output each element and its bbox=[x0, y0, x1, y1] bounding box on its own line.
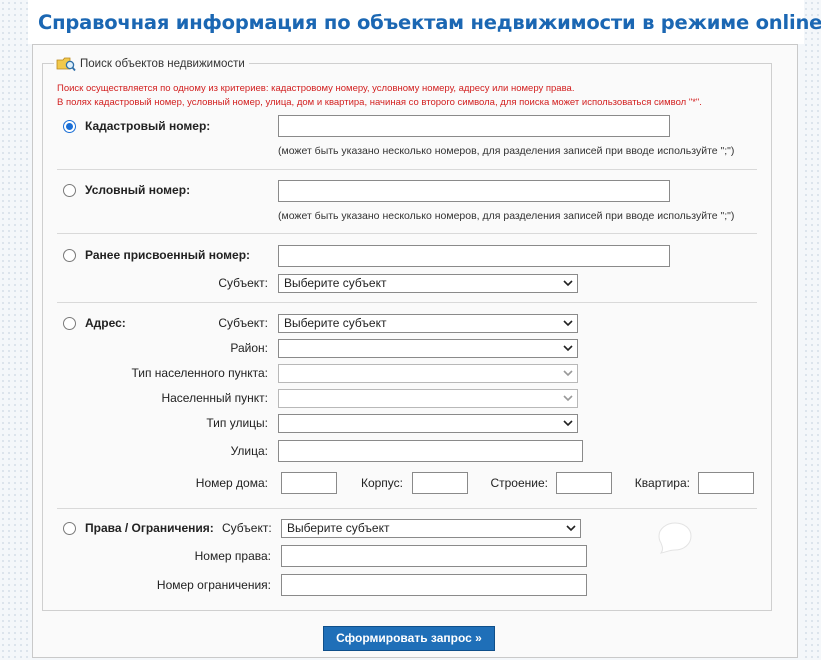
radio-address[interactable] bbox=[63, 317, 76, 330]
house-number-label: Номер дома: bbox=[195, 476, 268, 490]
chat-bubble-icon[interactable] bbox=[658, 521, 693, 554]
street-type-select[interactable] bbox=[278, 414, 578, 433]
right-number-input[interactable] bbox=[281, 545, 587, 567]
address-subject-label: Субъект: bbox=[218, 316, 268, 330]
rights-subject-select[interactable]: Выберите субъект bbox=[281, 519, 581, 538]
background-pattern-left bbox=[0, 0, 28, 660]
conditional-input[interactable] bbox=[278, 180, 670, 202]
previous-subject-value: Выберите субъект bbox=[284, 276, 387, 290]
chevron-down-icon bbox=[563, 320, 573, 327]
street-type-label: Тип улицы: bbox=[206, 416, 268, 430]
cadastral-label: Кадастровый номер: bbox=[85, 119, 211, 133]
chevron-down-icon bbox=[563, 370, 573, 377]
fieldset-legend: Поиск объектов недвижимости bbox=[54, 55, 249, 73]
chevron-down-icon bbox=[563, 280, 573, 287]
restriction-number-label: Номер ограничения: bbox=[156, 578, 271, 592]
structure-label: Строение: bbox=[490, 476, 548, 490]
structure-input[interactable] bbox=[556, 472, 612, 494]
apartment-input[interactable] bbox=[698, 472, 754, 494]
background-pattern-right bbox=[803, 0, 821, 660]
building-input[interactable] bbox=[412, 472, 468, 494]
chevron-down-icon bbox=[563, 420, 573, 427]
settlement-type-label: Тип населенного пункта: bbox=[131, 366, 268, 380]
notice-line-1: Поиск осуществляется по одному из критер… bbox=[57, 83, 575, 94]
address-subject-value: Выберите субъект bbox=[284, 316, 387, 330]
separator bbox=[57, 508, 757, 509]
address-subject-select[interactable]: Выберите субъект bbox=[278, 314, 578, 333]
radio-previous-number[interactable] bbox=[63, 249, 76, 262]
apartment-label: Квартира: bbox=[634, 476, 690, 490]
cadastral-hint: (может быть указано несколько номеров, д… bbox=[278, 145, 735, 157]
cadastral-input[interactable] bbox=[278, 115, 670, 137]
rights-subject-label: Субъект: bbox=[222, 521, 272, 535]
separator bbox=[57, 302, 757, 303]
fieldset-legend-text: Поиск объектов недвижимости bbox=[80, 58, 245, 70]
previous-number-label: Ранее присвоенный номер: bbox=[85, 248, 251, 262]
separator bbox=[57, 233, 757, 234]
district-select[interactable] bbox=[278, 339, 578, 358]
conditional-label: Условный номер: bbox=[85, 183, 191, 197]
street-label: Улица: bbox=[230, 444, 268, 458]
district-label: Район: bbox=[230, 341, 268, 355]
settlement-type-select[interactable] bbox=[278, 364, 578, 383]
settlement-select[interactable] bbox=[278, 389, 578, 408]
conditional-hint: (может быть указано несколько номеров, д… bbox=[278, 210, 735, 222]
restriction-number-input[interactable] bbox=[281, 574, 587, 596]
radio-rights[interactable] bbox=[63, 522, 76, 535]
separator bbox=[57, 169, 757, 170]
submit-request-button[interactable]: Сформировать запрос » bbox=[323, 626, 495, 651]
right-number-label: Номер права: bbox=[194, 549, 271, 563]
radio-conditional[interactable] bbox=[63, 184, 76, 197]
house-number-input[interactable] bbox=[281, 472, 337, 494]
building-label: Корпус: bbox=[360, 476, 403, 490]
chevron-down-icon bbox=[563, 395, 573, 402]
search-folder-icon bbox=[56, 56, 76, 72]
settlement-label: Населенный пункт: bbox=[161, 391, 268, 405]
page-title: Справочная информация по объектам недвиж… bbox=[38, 11, 821, 34]
previous-subject-label: Субъект: bbox=[218, 276, 268, 290]
previous-number-input[interactable] bbox=[278, 245, 670, 267]
chevron-down-icon bbox=[563, 345, 573, 352]
notice-line-2: В полях кадастровый номер, условный номе… bbox=[57, 97, 702, 108]
radio-cadastral[interactable] bbox=[63, 120, 76, 133]
chevron-down-icon bbox=[566, 525, 576, 532]
previous-subject-select[interactable]: Выберите субъект bbox=[278, 274, 578, 293]
rights-subject-value: Выберите субъект bbox=[287, 521, 390, 535]
rights-label: Права / Ограничения: bbox=[85, 521, 214, 535]
street-input[interactable] bbox=[278, 440, 583, 462]
